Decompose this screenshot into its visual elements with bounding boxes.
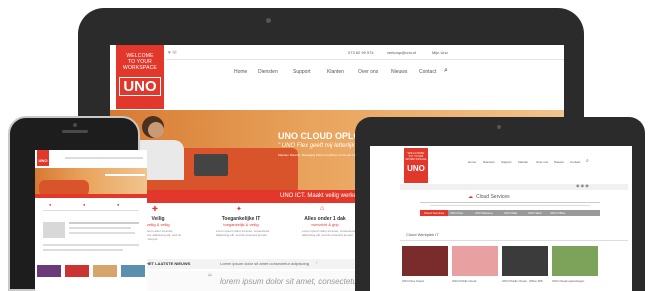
cloud-icon: ☁	[468, 194, 473, 200]
mini-divider	[400, 240, 628, 241]
topbar-login[interactable]: Mijn Uno	[432, 50, 448, 55]
topbar-phone[interactable]: 073 62 99 974	[348, 50, 374, 55]
mini-product-image-3[interactable]	[502, 246, 548, 276]
phone-building-image	[43, 222, 65, 238]
phone-text-line-4	[43, 244, 139, 246]
mini-product-label-4[interactable]: UNO Cloud-oplossingen	[552, 279, 584, 283]
feature-desc-2: Lorem ipsum dolor sit amet, consectetur …	[216, 229, 270, 237]
phone-text-line-2	[69, 227, 131, 229]
phone-uno-logo[interactable]: UNO	[37, 150, 49, 166]
share-icon[interactable]: ◉ ◉ ◉	[576, 183, 589, 188]
mini-product-image-2[interactable]	[452, 246, 498, 276]
mini-tab-web[interactable]: UNO Web	[528, 210, 542, 216]
mini-tab-office[interactable]: UNO Office	[550, 210, 565, 216]
news-label: HET LAATSTE NIEUWS	[146, 261, 191, 266]
phone-text-line-1	[69, 222, 139, 224]
phone-thumb-1[interactable]	[37, 265, 61, 277]
uno-logo[interactable]: WELCOME TO YOUR WORKSPACE UNO	[116, 45, 164, 109]
phone-nav[interactable]	[65, 157, 143, 159]
social-icon[interactable]: ♥ ✉	[168, 50, 177, 56]
phone-hero-title	[105, 174, 145, 176]
mini-search-icon[interactable]: ⌕	[586, 158, 589, 164]
nav-home[interactable]: Home	[234, 69, 247, 75]
phone-speaker	[62, 130, 88, 133]
mini-tab-flex[interactable]: UNO Flex	[450, 210, 463, 216]
mini-section-title: Cloud Services	[476, 194, 510, 200]
mini-nav-support[interactable]: Support	[501, 160, 512, 164]
phone-feature-icon-1: ●	[49, 202, 52, 207]
nav-support[interactable]: Support	[293, 69, 311, 75]
mini-tablet-screen: WELCOME TO YOUR WORKSPACE UNO Home Diens…	[370, 146, 632, 291]
mini-nav-home[interactable]: Home	[468, 160, 476, 164]
feature-sub-2: toegankelijk & veilig	[223, 222, 259, 227]
topbar-divider	[166, 59, 564, 60]
key-icon: ✦	[236, 206, 242, 213]
mini-nav-nieuws[interactable]: Nieuws	[554, 160, 564, 164]
mini-intro-line-1	[420, 202, 600, 203]
phone-thumb-4[interactable]	[121, 265, 145, 277]
tablet-camera	[266, 18, 271, 23]
mini-nav-contact[interactable]: Contact	[570, 160, 580, 164]
hero-author: Maarten Raunfin, Managing Partner bij Br…	[278, 153, 360, 157]
lock-icon: ✚	[152, 206, 158, 213]
phone-screen: UNO ● ● ●	[35, 150, 147, 291]
nav-nieuws[interactable]: Nieuws	[391, 69, 407, 75]
mini-product-image-1[interactable]	[402, 246, 448, 276]
phone-text-line-5	[43, 249, 123, 251]
nav-contact[interactable]: Contact	[419, 69, 436, 75]
quote-icon: “	[208, 271, 212, 285]
logo-brand: UNO	[119, 77, 161, 96]
mini-nav-over-ons[interactable]: Over ons	[536, 160, 548, 164]
mini-product-label-1[interactable]: UNO Flex Cloud	[402, 279, 424, 283]
feature-desc-3: Lorem ipsum dolor sit amet, consectetur …	[302, 229, 356, 237]
mini-sub-title: Cloud Werkplek IT	[406, 232, 439, 237]
mini-nav-diensten[interactable]: Diensten	[483, 160, 495, 164]
mini-breadcrumb: ◉ ◉ ◉	[400, 183, 628, 190]
phone-feature-line	[43, 210, 139, 211]
nav-over-ons[interactable]: Over ons	[358, 69, 378, 75]
phone-thumb-2[interactable]	[65, 265, 89, 277]
quote-text: lorem ipsum dolor sit amet, consectetur …	[220, 277, 377, 286]
mini-tab-cloud-services[interactable]: Cloud Services	[420, 210, 448, 216]
nav-klanten[interactable]: Klanten	[327, 69, 344, 75]
nav-diensten[interactable]: Diensten	[258, 69, 278, 75]
phone-thumb-3[interactable]	[93, 265, 117, 277]
phone-logo-brand: UNO	[38, 158, 48, 163]
search-icon[interactable]: ⌕	[444, 67, 448, 75]
mini-tab-backup[interactable]: UNO Backup	[475, 210, 493, 216]
mini-logo-welcome: WELCOME TO YOUR WORKSPACE	[405, 151, 427, 161]
news-text[interactable]: Lorem ipsum dolor sit amet consectetur a…	[220, 261, 309, 266]
mini-tablet-camera	[497, 125, 501, 129]
phone-camera	[73, 123, 77, 127]
person-face-image	[148, 122, 164, 138]
phone-feature-icon-2: ●	[83, 202, 86, 207]
phone-feature-icon-3: ●	[117, 202, 120, 207]
mini-tab-mail[interactable]: UNO Mail	[504, 210, 517, 216]
feature-sub-3: overzicht & grip	[311, 222, 339, 227]
phone-hero	[35, 168, 147, 196]
mini-uno-logo[interactable]: WELCOME TO YOUR WORKSPACE UNO	[404, 148, 428, 183]
laptop-image	[194, 154, 228, 176]
logo-welcome-text: WELCOME TO YOUR WORKSPACE	[123, 53, 157, 71]
mini-product-label-2[interactable]: UNO Public Cloud	[452, 279, 476, 283]
mini-product-label-3[interactable]: UNO Public Cloud - Office 365	[502, 279, 543, 283]
home-icon: ⌂	[320, 205, 325, 212]
mini-nav-klanten[interactable]: Klanten	[518, 160, 528, 164]
chevron-right-icon[interactable]: ›	[316, 260, 318, 266]
mini-logo-brand: UNO	[407, 164, 425, 173]
topbar-email[interactable]: verkoop@uno.nl	[387, 50, 416, 55]
phone-text-line-3	[69, 232, 135, 234]
mini-tab-bar: Cloud Services UNO Flex UNO Backup UNO M…	[420, 210, 600, 216]
phone-banner	[35, 194, 147, 198]
mini-product-image-4[interactable]	[552, 246, 598, 276]
mini-intro-line-2	[430, 205, 590, 206]
phone-features: ● ● ●	[43, 202, 139, 218]
